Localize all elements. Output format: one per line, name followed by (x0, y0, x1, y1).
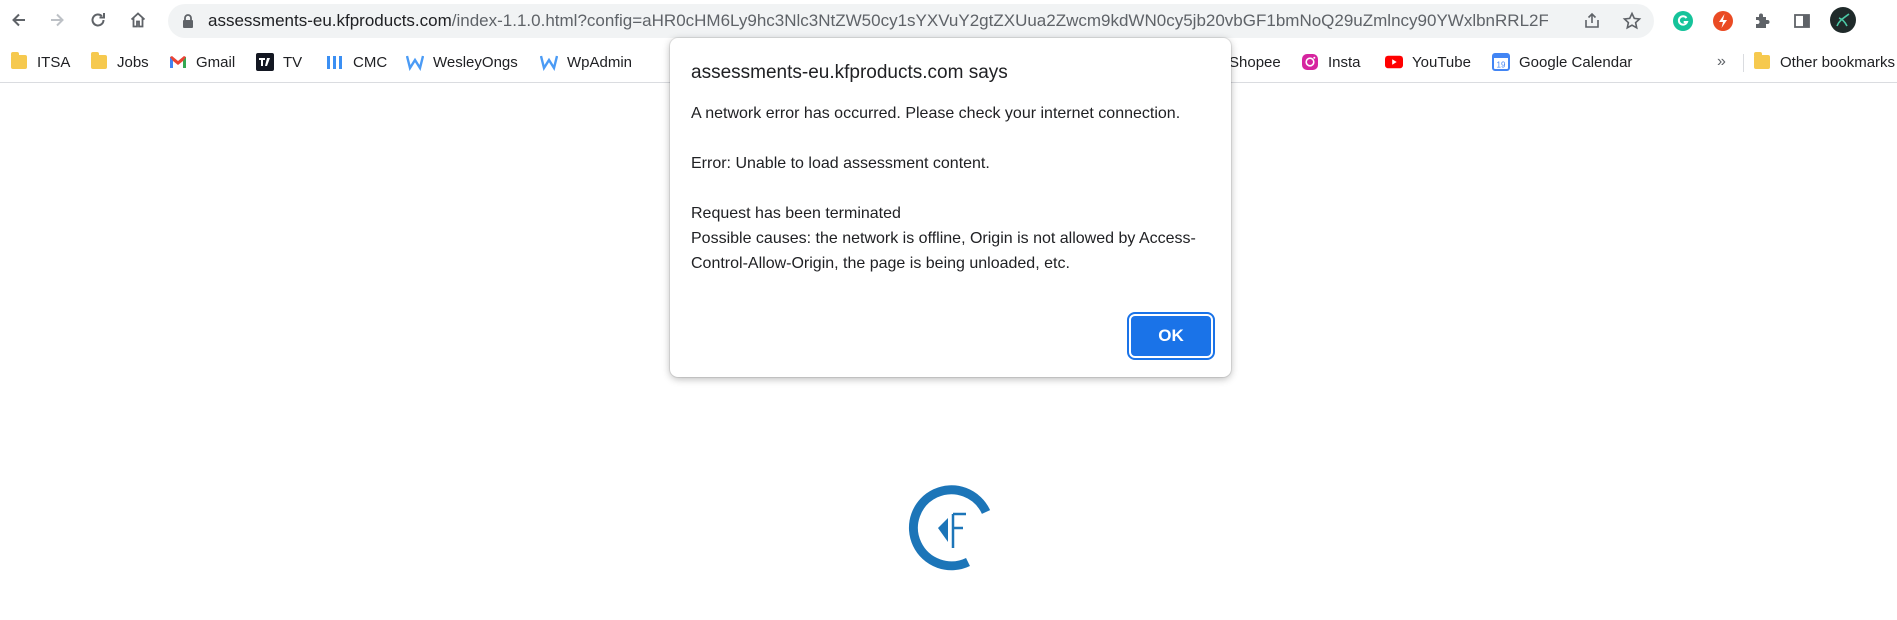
ok-button[interactable]: OK (1127, 312, 1215, 360)
back-button[interactable] (4, 5, 34, 35)
lightning-icon (1713, 11, 1733, 31)
bookmark-label: Shopee (1229, 53, 1281, 71)
gmail-icon (169, 53, 187, 71)
forward-button[interactable] (42, 5, 72, 35)
bookmark-shopee[interactable]: Shopee (1229, 50, 1281, 74)
home-button[interactable] (123, 5, 153, 35)
dialog-message: A network error has occurred. Please che… (691, 101, 1211, 276)
bookmarks-divider (1743, 54, 1744, 72)
dialog-title: assessments-eu.kfproducts.com says (691, 62, 1008, 83)
youtube-icon (1385, 53, 1403, 71)
bookmark-wpadmin[interactable]: WpAdmin (540, 50, 632, 74)
bookmark-label: Other bookmarks (1780, 53, 1896, 71)
bookmark-label: Insta (1328, 53, 1361, 71)
folder-icon (90, 52, 108, 71)
dialog-line: Error: Unable to load assessment content… (691, 155, 990, 172)
bookmark-insta[interactable]: Insta (1301, 50, 1361, 74)
bookmark-youtube[interactable]: YouTube (1385, 50, 1471, 74)
extensions-button[interactable] (1749, 8, 1775, 34)
puzzle-icon (1756, 13, 1770, 28)
bookmark-gmail[interactable]: Gmail (169, 50, 235, 74)
bookmark-wesleyongs[interactable]: WesleyOngs (406, 50, 518, 74)
bookmark-label: Jobs (117, 53, 149, 71)
grammarly-icon (1673, 11, 1693, 31)
bookmark-label: WesleyOngs (433, 53, 518, 71)
bookmark-itsa[interactable]: ITSA (10, 50, 70, 74)
bookmark-label: WpAdmin (567, 53, 633, 71)
cmc-icon (326, 53, 344, 71)
bookmark-other-bookmarks[interactable]: Other bookmarks (1753, 50, 1895, 74)
url-host: assessments-eu.kfproducts.com (208, 11, 452, 30)
w-icon (540, 53, 558, 71)
bookmark-cmc[interactable]: CMC (326, 50, 387, 74)
bookmark-jobs[interactable]: Jobs (90, 50, 149, 74)
bookmark-label: Google Calendar (1519, 53, 1633, 71)
reload-icon (91, 13, 105, 27)
lock-icon (183, 14, 193, 28)
dialog-line: Possible causes: the network is offline,… (691, 230, 1196, 272)
bookmark-google-calendar[interactable]: 19 Google Calendar (1492, 50, 1632, 74)
bookmark-label: Gmail (196, 53, 236, 71)
browser-toolbar: assessments-eu.kfproducts.com/index-1.1.… (0, 0, 1897, 42)
bookmark-label: TV (283, 53, 303, 71)
tradingview-icon (256, 53, 274, 71)
grammarly-extension[interactable] (1670, 8, 1696, 34)
share-icon[interactable] (1582, 11, 1602, 31)
arrow-left-icon (12, 13, 25, 27)
avatar-icon (1830, 7, 1856, 33)
alert-dialog: assessments-eu.kfproducts.com says A net… (670, 38, 1231, 377)
instagram-icon (1301, 53, 1319, 71)
dialog-line: A network error has occurred. Please che… (691, 105, 1181, 122)
url-path: /index-1.1.0.html?config=aHR0cHM6Ly9hc3N… (451, 11, 1548, 30)
folder-icon (1753, 52, 1771, 71)
home-icon (130, 12, 146, 28)
profile-avatar[interactable] (1829, 6, 1857, 34)
reload-button[interactable] (83, 5, 113, 35)
dialog-line: Request has been terminated (691, 205, 901, 222)
arrow-right-icon (51, 13, 64, 27)
url-text: assessments-eu.kfproducts.com/index-1.1.… (208, 4, 1548, 38)
kf-logo (908, 485, 991, 571)
bookmark-label: ITSA (37, 53, 71, 71)
w-icon (406, 53, 424, 71)
chevron-double-right-icon: » (1717, 53, 1726, 70)
folder-icon (10, 52, 28, 71)
calendar-day: 19 (1497, 61, 1506, 70)
address-bar[interactable]: assessments-eu.kfproducts.com/index-1.1.… (168, 4, 1654, 38)
bookmark-star-icon[interactable] (1622, 11, 1642, 31)
calendar-icon: 19 (1492, 53, 1510, 71)
side-panel-icon (1794, 14, 1810, 28)
speed-extension[interactable] (1710, 8, 1736, 34)
bookmark-label: YouTube (1412, 53, 1471, 71)
bookmarks-overflow-button[interactable]: » (1717, 50, 1726, 74)
bookmark-label: CMC (353, 53, 388, 71)
bookmark-tv[interactable]: TV (256, 50, 302, 74)
side-panel-button[interactable] (1789, 8, 1815, 34)
